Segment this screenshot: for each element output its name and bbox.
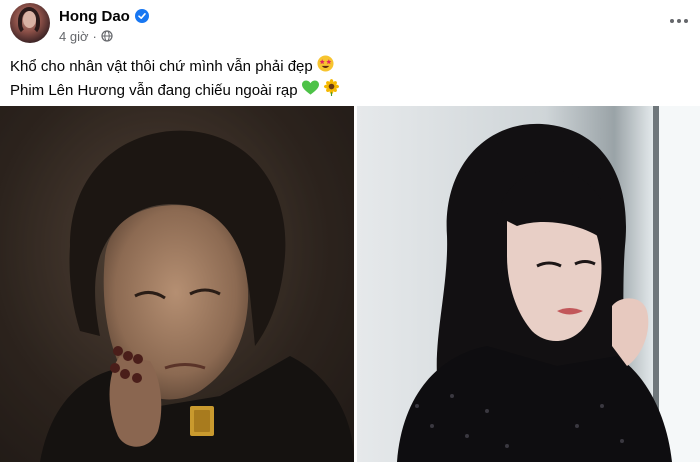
post-timestamp[interactable]: 4 giờ — [59, 29, 89, 44]
post-photo-left[interactable] — [0, 106, 354, 462]
avatar[interactable] — [10, 3, 50, 43]
name-row: Hong Dao — [59, 6, 149, 26]
verified-badge-icon — [134, 9, 149, 23]
caption-line-1: Khổ cho nhân vật thôi chứ mình vẫn phải … — [10, 55, 340, 79]
star-struck-emoji — [317, 55, 334, 79]
meta-separator: · — [92, 28, 97, 44]
globe-icon[interactable] — [101, 30, 113, 42]
avatar-face — [23, 11, 36, 28]
green-heart-emoji — [301, 79, 319, 103]
photo-left-illustration — [0, 106, 354, 462]
caption-text-1: Khổ cho nhân vật thôi chứ mình vẫn phải … — [10, 57, 313, 75]
caption-text-2: Phim Lên Hương vẫn đang chiếu ngoài rạp — [10, 81, 298, 99]
post-caption: Khổ cho nhân vật thôi chứ mình vẫn phải … — [10, 55, 340, 103]
post-meta: 4 giờ · — [59, 28, 113, 44]
post-photo-right[interactable] — [357, 106, 700, 462]
more-dot — [670, 19, 674, 23]
author-name[interactable]: Hong Dao — [59, 8, 130, 25]
sunflower-emoji — [323, 79, 340, 103]
caption-line-2: Phim Lên Hương vẫn đang chiếu ngoài rạp — [10, 79, 340, 103]
more-dot — [677, 19, 681, 23]
more-dot — [684, 19, 688, 23]
post-header: Hong Dao 4 giờ · — [0, 0, 700, 50]
more-options-button[interactable] — [666, 8, 692, 34]
photo-right-illustration — [357, 106, 700, 462]
